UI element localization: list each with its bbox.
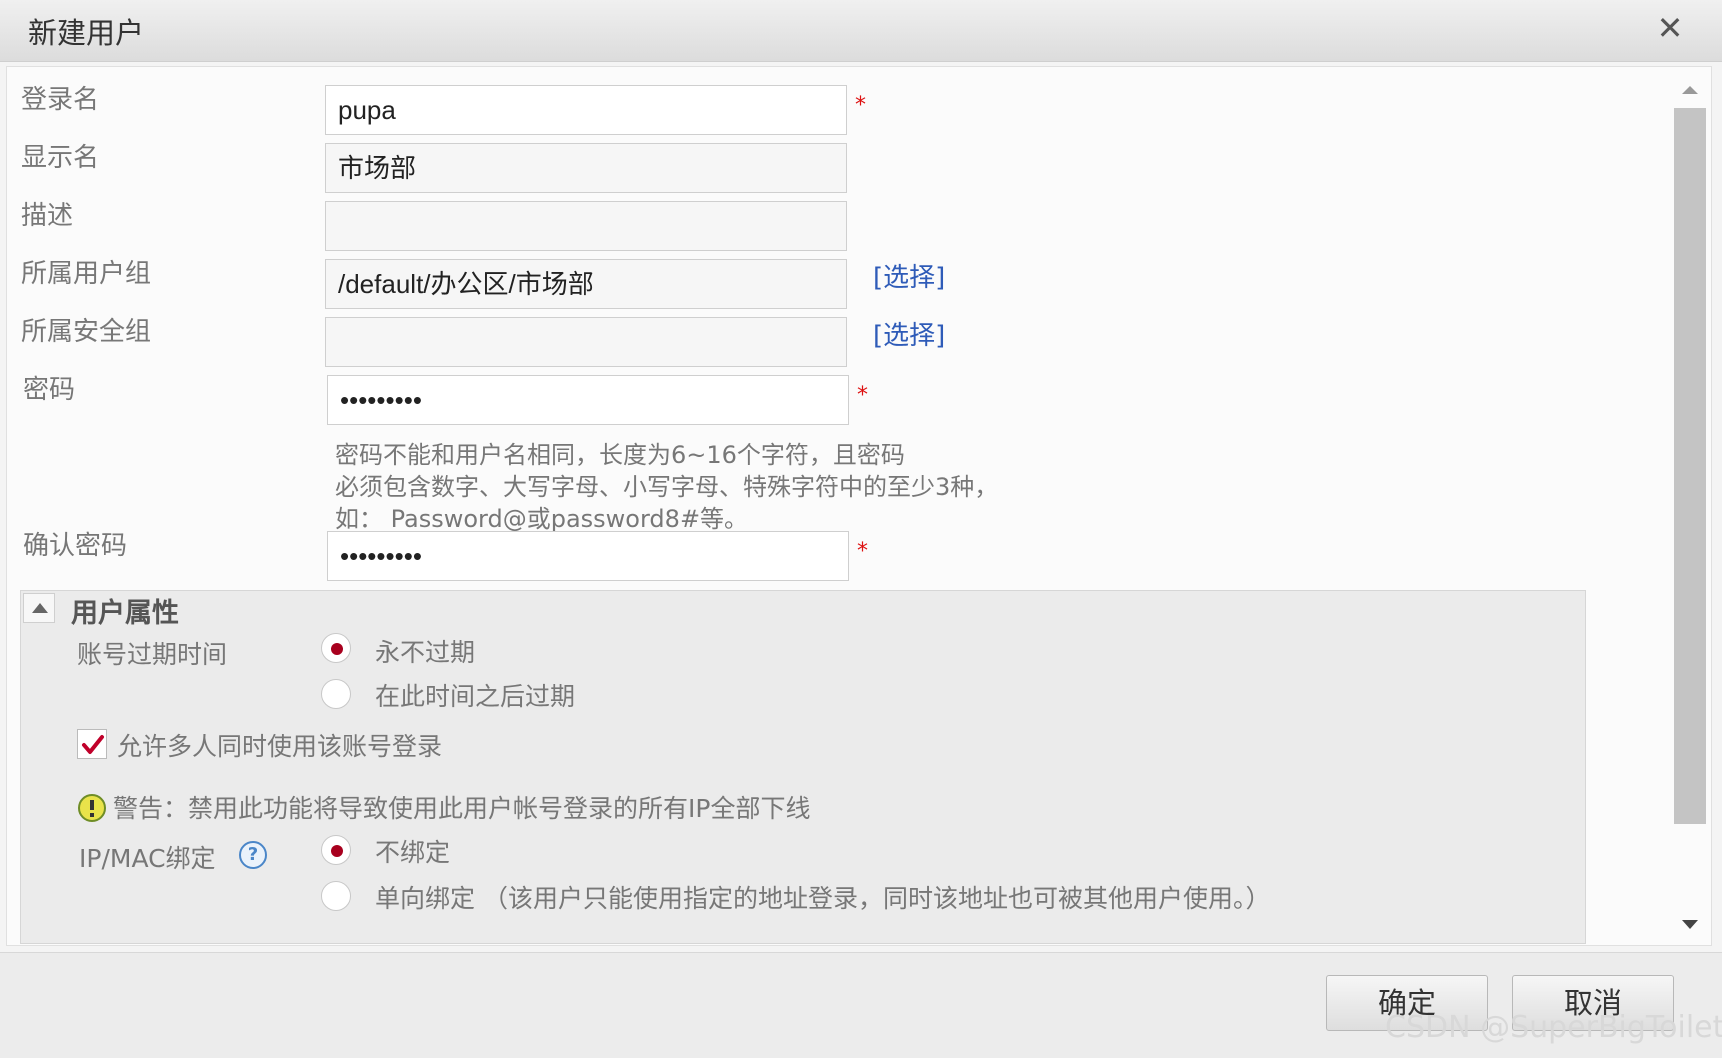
close-icon[interactable]: ✕ [1650,8,1690,48]
password-hint-line-3: 如： Password@或password8#等。 [335,505,749,533]
confirm-password-label: 确认密码 [23,531,128,561]
password-input[interactable]: ••••••••• [327,375,849,425]
no-binding-radio[interactable] [321,835,351,865]
watermark: CSDN @SuperBigToilet [1385,1010,1722,1045]
required-marker: * [857,383,868,408]
security-group-select-link[interactable]: [选择] [873,315,945,352]
dialog-title: 新建用户 [28,16,145,50]
collapse-toggle-icon[interactable] [23,593,55,623]
password-label: 密码 [23,375,76,405]
one-way-binding-option-label: 单向绑定 （该用户只能使用指定的地址登录，同时该地址也可被其他用户使用。） [375,884,1271,913]
user-group-select-link[interactable]: [选择] [873,257,945,294]
never-expire-option-label: 永不过期 [375,638,476,667]
description-label: 描述 [21,201,74,231]
scroll-down-icon[interactable] [1680,914,1700,934]
login-name-label: 登录名 [21,85,100,115]
one-way-binding-radio[interactable] [321,881,351,911]
password-hint-line-1: 密码不能和用户名相同，长度为6~16个字符，且密码 [335,441,905,469]
display-name-label: 显示名 [21,143,100,173]
security-group-label: 所属安全组 [21,317,152,347]
vertical-scrollbar[interactable] [1672,74,1708,940]
no-binding-option-label: 不绑定 [375,838,451,867]
checkmark-icon [82,735,104,754]
new-user-dialog: 新建用户 ✕ 登录名 pupa * 显示名 市场部 描述 所属用户组 /defa… [0,0,1722,1058]
multi-login-label: 允许多人同时使用该账号登录 [117,732,443,761]
user-group-input[interactable]: /default/办公区/市场部 [325,259,847,309]
confirm-password-input[interactable]: ••••••••• [327,531,849,581]
help-icon[interactable]: ? [239,841,267,869]
account-expiry-label: 账号过期时间 [77,640,228,669]
expire-after-time-radio[interactable] [321,679,351,709]
security-group-input[interactable] [325,317,847,367]
user-properties-title: 用户属性 [71,598,179,629]
required-marker: * [855,93,866,118]
display-name-input[interactable]: 市场部 [325,143,847,193]
user-properties-panel: 用户属性 账号过期时间 永不过期 在此时间之后过期 允许多人同时使用该账号登录 … [20,590,1586,944]
description-input[interactable] [325,201,847,251]
required-marker: * [857,539,868,564]
multi-login-checkbox[interactable] [77,729,107,759]
login-name-input[interactable]: pupa [325,85,847,135]
ip-mac-binding-label: IP/MAC绑定 [79,844,216,873]
scrollbar-thumb[interactable] [1674,108,1706,824]
expire-after-time-option-label: 在此时间之后过期 [375,682,576,711]
scroll-up-icon[interactable] [1680,80,1700,100]
warning-text: 警告：禁用此功能将导致使用此用户帐号登录的所有IP全部下线 [113,794,811,823]
password-hint-line-2: 必须包含数字、大写字母、小写字母、特殊字符中的至少3种， [335,473,999,501]
never-expire-radio[interactable] [321,633,351,663]
dialog-titlebar: 新建用户 ✕ [0,0,1722,62]
user-group-label: 所属用户组 [21,259,152,289]
warning-icon [78,794,106,822]
